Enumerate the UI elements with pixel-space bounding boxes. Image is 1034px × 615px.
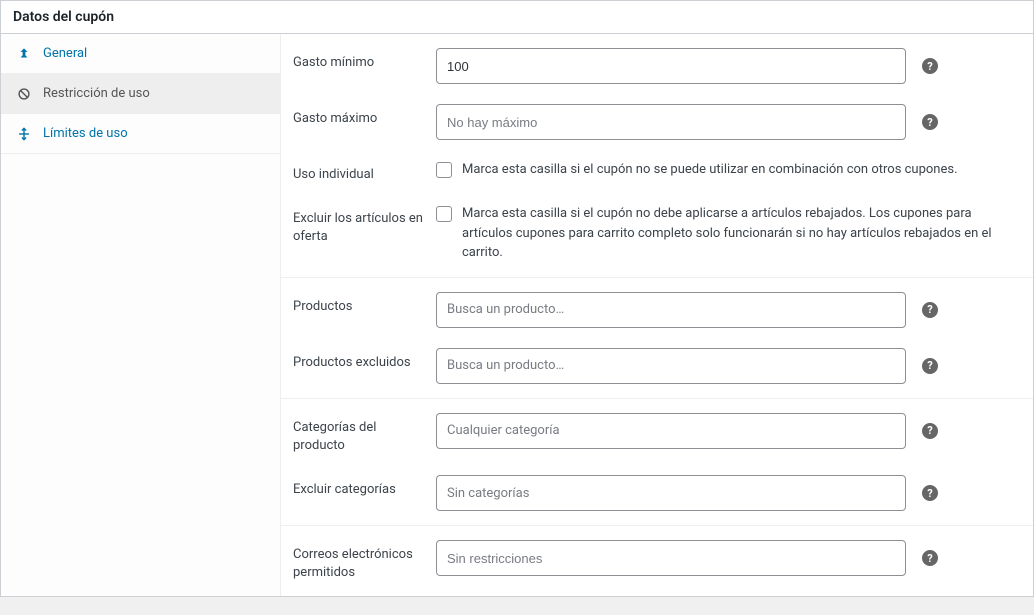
- label-exclude-sale: Excluir los artículos en oferta: [281, 204, 436, 246]
- sidebar-item-label: Restricción de uso: [43, 86, 150, 101]
- label-categories: Categorías del producto: [281, 413, 436, 455]
- label-emails: Correos electrónicos permitidos: [281, 540, 436, 582]
- sidebar: General Restricción de uso Límites de us…: [1, 34, 281, 596]
- exclude-sale-checkbox[interactable]: [436, 206, 452, 222]
- products-select[interactable]: Busca un producto…: [436, 292, 906, 328]
- min-spend-input[interactable]: [436, 48, 906, 84]
- panel-title: Datos del cupón: [1, 1, 1033, 34]
- excluded-products-select[interactable]: Busca un producto…: [436, 348, 906, 384]
- label-excluded-categories: Excluir categorías: [281, 475, 436, 499]
- emails-input[interactable]: [436, 540, 906, 576]
- row-min-spend: Gasto mínimo ?: [281, 38, 1033, 94]
- panel-body: General Restricción de uso Límites de us…: [1, 34, 1033, 596]
- help-icon[interactable]: ?: [922, 114, 938, 130]
- sidebar-item-general[interactable]: General: [1, 34, 280, 74]
- row-products: Productos Busca un producto… ?: [281, 282, 1033, 338]
- help-icon[interactable]: ?: [922, 302, 938, 318]
- help-icon[interactable]: ?: [922, 550, 938, 566]
- categories-select[interactable]: Cualquier categoría: [436, 413, 906, 449]
- row-exclude-sale: Excluir los artículos en oferta Marca es…: [281, 194, 1033, 273]
- label-excluded-products: Productos excluidos: [281, 348, 436, 372]
- pin-icon: [15, 47, 33, 61]
- sidebar-item-label: Límites de uso: [43, 126, 128, 141]
- label-max-spend: Gasto máximo: [281, 104, 436, 128]
- emails-section: Correos electrónicos permitidos ?: [281, 526, 1033, 596]
- row-individual-use: Uso individual Marca esta casilla si el …: [281, 150, 1033, 194]
- exclude-sale-desc: Marca esta casilla si el cupón no debe a…: [462, 204, 1025, 263]
- sidebar-item-usage-restriction[interactable]: Restricción de uso: [1, 74, 280, 114]
- help-icon[interactable]: ?: [922, 423, 938, 439]
- products-section: Productos Busca un producto… ? Productos…: [281, 278, 1033, 399]
- help-icon[interactable]: ?: [922, 485, 938, 501]
- row-excluded-categories: Excluir categorías Sin categorías ?: [281, 465, 1033, 521]
- row-max-spend: Gasto máximo ?: [281, 94, 1033, 150]
- sidebar-item-label: General: [43, 46, 87, 61]
- individual-use-desc: Marca esta casilla si el cupón no se pue…: [462, 160, 1025, 180]
- row-categories: Categorías del producto Cualquier catego…: [281, 403, 1033, 465]
- label-individual-use: Uso individual: [281, 160, 436, 184]
- content: Gasto mínimo ? Gasto máximo ? Uso indivi…: [281, 34, 1033, 596]
- label-products: Productos: [281, 292, 436, 316]
- categories-section: Categorías del producto Cualquier catego…: [281, 399, 1033, 526]
- row-emails: Correos electrónicos permitidos ?: [281, 530, 1033, 592]
- sidebar-item-usage-limits[interactable]: Límites de uso: [1, 114, 280, 154]
- coupon-data-panel: Datos del cupón General Restricción de u…: [0, 0, 1034, 597]
- excluded-categories-select[interactable]: Sin categorías: [436, 475, 906, 511]
- label-min-spend: Gasto mínimo: [281, 48, 436, 72]
- move-icon: [15, 127, 33, 141]
- spend-section: Gasto mínimo ? Gasto máximo ? Uso indivi…: [281, 34, 1033, 278]
- max-spend-input[interactable]: [436, 104, 906, 140]
- row-excluded-products: Productos excluidos Busca un producto… ?: [281, 338, 1033, 394]
- help-icon[interactable]: ?: [922, 358, 938, 374]
- individual-use-checkbox[interactable]: [436, 162, 452, 178]
- help-icon[interactable]: ?: [922, 58, 938, 74]
- no-entry-icon: [15, 87, 33, 101]
